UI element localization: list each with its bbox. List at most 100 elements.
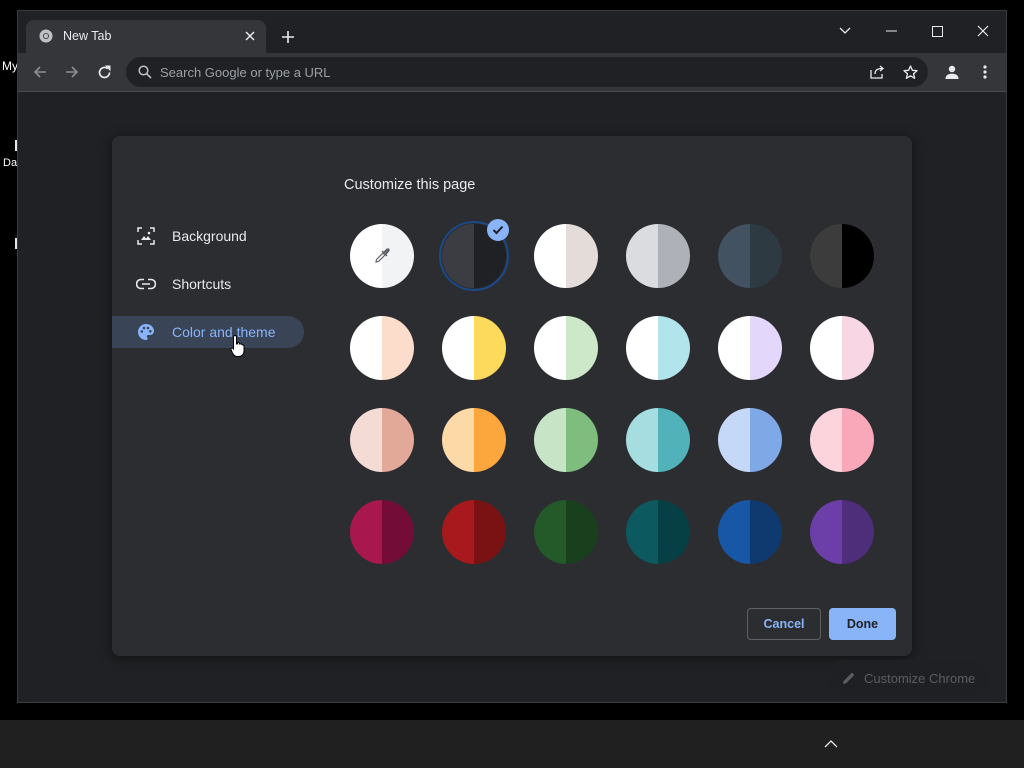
swatch-right-half — [566, 316, 598, 380]
swatch-left-half — [810, 224, 842, 288]
swatch-left-half — [534, 500, 566, 564]
color-swatch[interactable] — [626, 316, 690, 380]
swatch-right-half — [566, 408, 598, 472]
sidebar-item-shortcuts[interactable]: Shortcuts — [112, 268, 304, 300]
link-icon — [136, 274, 156, 294]
color-swatch[interactable] — [442, 500, 506, 564]
new-tab-button[interactable] — [278, 27, 298, 47]
color-swatch[interactable] — [626, 224, 690, 288]
swatch-left-half — [442, 316, 474, 380]
desktop-icon-label[interactable]: My — [2, 59, 18, 73]
tab-title: New Tab — [63, 29, 112, 43]
kebab-menu-icon — [983, 65, 987, 79]
swatch-left-half — [810, 408, 842, 472]
swatch-right-half — [750, 408, 782, 472]
maximize-icon — [931, 25, 943, 37]
swatch-left-half — [350, 316, 382, 380]
swatch-right-half — [750, 224, 782, 288]
toolbar: Search Google or type a URL — [18, 53, 1006, 92]
new-tab-page: Customize this page Background Shortcuts… — [18, 92, 1006, 702]
maximize-button[interactable] — [922, 17, 952, 45]
swatch-right-half — [382, 316, 414, 380]
swatch-left-half — [350, 408, 382, 472]
bookmark-button[interactable] — [902, 64, 918, 80]
swatch-left-half — [626, 224, 658, 288]
checkmark-icon — [487, 219, 509, 241]
arrow-left-icon — [33, 66, 46, 78]
omnibox[interactable]: Search Google or type a URL — [126, 57, 928, 87]
chrome-menu-button[interactable] — [973, 60, 997, 84]
color-swatch[interactable] — [534, 408, 598, 472]
close-icon[interactable] — [242, 28, 258, 44]
forward-button[interactable] — [60, 60, 84, 84]
swatch-right-half — [658, 500, 690, 564]
color-swatch[interactable] — [718, 316, 782, 380]
cancel-button[interactable]: Cancel — [747, 608, 821, 640]
person-icon — [945, 65, 959, 79]
swatch-right-half — [474, 500, 506, 564]
customize-chrome-label: Customize Chrome — [864, 671, 976, 686]
chevron-down-icon — [839, 27, 851, 34]
color-swatch[interactable] — [534, 316, 598, 380]
swatch-right-half — [566, 224, 598, 288]
swatch-left-half — [442, 500, 474, 564]
color-swatch[interactable] — [810, 408, 874, 472]
swatch-left-half — [534, 316, 566, 380]
color-swatch[interactable] — [810, 316, 874, 380]
eyedropper-icon — [375, 248, 390, 263]
plus-icon — [282, 31, 294, 43]
swatch-left-half — [810, 500, 842, 564]
color-swatch[interactable] — [350, 316, 414, 380]
sidebar-item-color-and-theme[interactable]: Color and theme — [112, 316, 304, 348]
swatch-left-half — [718, 224, 750, 288]
profile-button[interactable] — [940, 60, 964, 84]
star-icon — [902, 64, 918, 79]
pencil-icon — [843, 672, 855, 684]
color-swatch[interactable] — [718, 500, 782, 564]
sidebar-item-label: Shortcuts — [172, 276, 232, 292]
color-swatch[interactable] — [810, 500, 874, 564]
done-button[interactable]: Done — [829, 608, 896, 640]
minimize-icon — [885, 30, 897, 32]
hand-cursor-icon — [230, 334, 245, 357]
tab-search-button[interactable] — [830, 17, 860, 45]
reload-button[interactable] — [92, 60, 116, 84]
swatch-left-half — [626, 316, 658, 380]
dialog-title: Customize this page — [344, 177, 476, 193]
customize-chrome-button[interactable]: Customize Chrome — [826, 660, 988, 696]
reload-icon — [98, 65, 110, 78]
swatch-left-half — [718, 316, 750, 380]
tab-new-tab[interactable]: New Tab — [26, 20, 266, 53]
customize-dialog: Customize this page Background Shortcuts… — [112, 136, 912, 656]
swatch-left-half — [534, 224, 566, 288]
color-swatch[interactable] — [718, 224, 782, 288]
swatch-right-half — [842, 316, 874, 380]
chrome-window: New Tab Search Google or type a URL Cust… — [17, 10, 1007, 703]
color-swatch[interactable] — [626, 408, 690, 472]
omnibox-placeholder[interactable]: Search Google or type a URL — [160, 65, 331, 80]
swatch-left-half — [718, 500, 750, 564]
back-button[interactable] — [28, 60, 52, 84]
color-swatch[interactable] — [626, 500, 690, 564]
color-swatch[interactable] — [442, 316, 506, 380]
color-swatch[interactable] — [534, 500, 598, 564]
desktop-icon-label[interactable]: Da — [3, 157, 17, 169]
color-swatch[interactable] — [350, 500, 414, 564]
minimize-button[interactable] — [876, 17, 906, 45]
color-swatch[interactable] — [350, 408, 414, 472]
sidebar-item-label: Background — [172, 228, 247, 244]
color-swatch[interactable] — [534, 224, 598, 288]
swatch-right-half — [382, 408, 414, 472]
swatch-left-half — [442, 408, 474, 472]
palette-icon — [136, 322, 156, 342]
color-swatch[interactable] — [442, 408, 506, 472]
color-swatch[interactable] — [810, 224, 874, 288]
show-hidden-icons-button[interactable] — [822, 736, 840, 752]
color-swatch[interactable] — [718, 408, 782, 472]
share-button[interactable] — [869, 64, 885, 80]
swatch-right-half — [842, 224, 874, 288]
swatch-left-half — [810, 316, 842, 380]
arrow-right-icon — [66, 66, 79, 78]
close-window-button[interactable] — [968, 17, 998, 45]
sidebar-item-background[interactable]: Background — [112, 220, 304, 252]
